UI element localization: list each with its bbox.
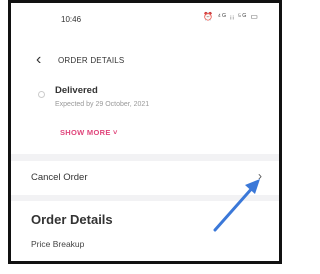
- header-bar: ‹ ORDER DETAILS: [11, 45, 279, 79]
- delivery-status: Delivered: [55, 85, 98, 96]
- page-title: ORDER DETAILS: [58, 56, 125, 65]
- show-more-label: SHOW MORE: [60, 128, 111, 137]
- price-breakup-label: Price Breakup: [31, 239, 85, 249]
- tracking-section: Delivered Expected by 29 October, 2021 S…: [11, 79, 279, 154]
- cancel-order-row[interactable]: Cancel Order ›: [11, 161, 279, 195]
- status-time: 10:46: [61, 15, 82, 24]
- order-details-title: Order Details: [31, 212, 113, 227]
- tracking-dot-icon: [38, 91, 45, 98]
- status-icons: ⏰ ⁴ᴳ ᵢᵢ ⁵ᴳ ▭: [203, 12, 259, 21]
- show-more-button[interactable]: SHOW MORE ˅: [60, 128, 118, 137]
- screenshot-frame: 10:46 ⏰ ⁴ᴳ ᵢᵢ ⁵ᴳ ▭ ‹ ORDER DETAILS Deliv…: [8, 0, 282, 264]
- status-bar: 10:46 ⏰ ⁴ᴳ ᵢᵢ ⁵ᴳ ▭: [11, 3, 279, 45]
- expected-date: Expected by 29 October, 2021: [55, 101, 150, 108]
- chevron-right-icon: ›: [258, 169, 262, 183]
- back-icon[interactable]: ‹: [36, 52, 41, 68]
- cancel-order-label: Cancel Order: [31, 172, 88, 183]
- order-details-section: Order Details Price Breakup: [11, 201, 279, 261]
- chevron-down-icon: ˅: [113, 128, 118, 137]
- section-divider: [11, 154, 279, 161]
